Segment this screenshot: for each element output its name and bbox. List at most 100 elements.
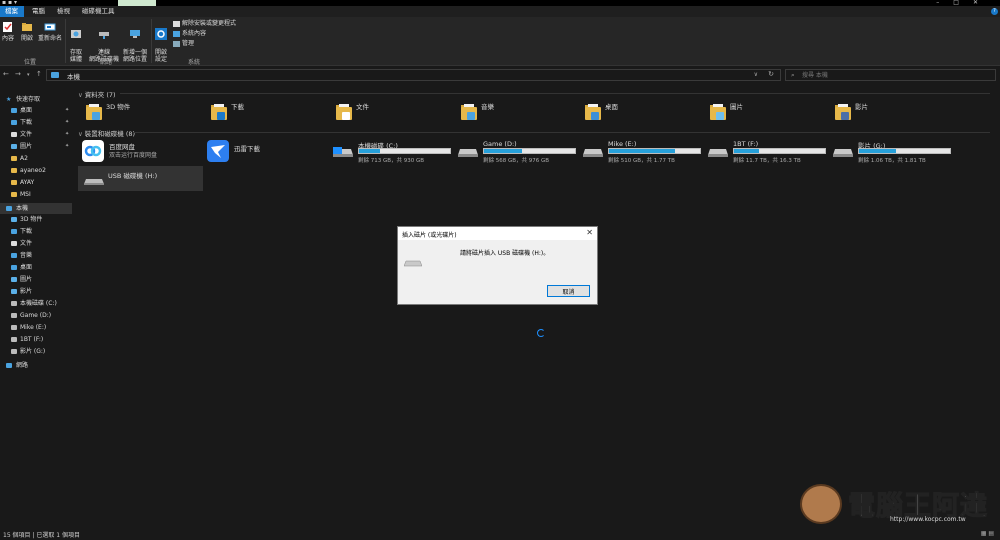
folder-icon — [11, 229, 17, 234]
sidebar-item-quick-5[interactable]: ayaneo2 — [0, 165, 72, 176]
xunlei-item[interactable]: 迅雷下載 — [207, 140, 332, 166]
watermark: 電腦王阿達 http://www.kocpc.com.tw — [800, 480, 1000, 528]
forward-button[interactable]: → — [15, 70, 21, 78]
drive-item-0[interactable]: 本機磁碟 (C:) 剩餘 713 GB，共 930 GB — [333, 140, 455, 164]
tab-file[interactable]: 檔案 — [0, 6, 24, 17]
rename-button[interactable]: 重新命名 — [38, 21, 62, 42]
sidebar-item-pc-3[interactable]: 音樂 — [0, 250, 72, 261]
sidebar-item-quick-7[interactable]: MSI — [0, 189, 72, 200]
sidebar-item-quick-0[interactable]: 桌面 ✦ — [0, 105, 72, 116]
system-properties-button[interactable]: 系統內容 — [173, 30, 206, 38]
pictures-icon — [710, 103, 726, 123]
ribbon-separator — [151, 19, 152, 63]
sidebar-this-pc[interactable]: 本機 — [0, 203, 72, 214]
sidebar-quick-access[interactable]: ★ 快速存取 — [0, 94, 72, 105]
help-icon[interactable]: ? — [991, 8, 998, 15]
sidebar-item-pc-8[interactable]: Game (D:) — [0, 310, 72, 321]
xunlei-bird-icon — [207, 140, 229, 162]
open-button[interactable]: 開啟 — [20, 21, 34, 42]
hard-drive-icon — [708, 149, 728, 157]
tab-computer[interactable]: 電腦 — [27, 6, 50, 17]
sidebar-item-pc-5[interactable]: 圖片 — [0, 274, 72, 285]
up-button[interactable]: ↑ — [36, 70, 42, 78]
sidebar-item-label: 音樂 — [20, 252, 33, 259]
usb-drive-item[interactable]: USB 磁碟機 (H:) — [78, 166, 203, 191]
folder-item-4[interactable]: 桌面 — [585, 101, 705, 127]
folder-item-1[interactable]: 下載 — [211, 101, 331, 127]
manage-button[interactable]: 管理 — [173, 40, 194, 48]
sidebar-item-pc-6[interactable]: 影片 — [0, 286, 72, 297]
sidebar-item-pc-7[interactable]: 本機磁碟 (C:) — [0, 298, 72, 309]
drive-item-3[interactable]: 1BT (F:) 剩餘 11.7 TB，共 16.3 TB — [708, 140, 830, 164]
folders-section-header[interactable]: ∨ 資料夾 (7) — [78, 89, 116, 99]
add-network-location-button[interactable]: 新增一個 網路位置 — [120, 21, 150, 63]
search-input[interactable] — [802, 71, 982, 80]
drive-item-1[interactable]: Game (D:) 剩餘 568 GB，共 976 GB — [458, 140, 580, 164]
pin-icon[interactable]: ✦ — [65, 141, 69, 152]
sidebar-item-pc-4[interactable]: 桌面 — [0, 262, 72, 273]
folder-item-5[interactable]: 圖片 — [710, 101, 830, 127]
recent-locations-button[interactable]: ▾ — [27, 72, 30, 78]
baidu-netdisk-item[interactable]: 百度网盘 双击运行百度网盘 — [82, 140, 207, 166]
view-toggle-icons[interactable]: ▦ ▤ — [981, 530, 994, 537]
sidebar-item-quick-1[interactable]: 下載 ✦ — [0, 117, 72, 128]
pin-icon[interactable]: ✦ — [65, 105, 69, 116]
refresh-icon[interactable]: ↻ — [768, 70, 774, 78]
drive-usage-bar — [858, 148, 951, 154]
open-settings-label: 開啟 設定 — [154, 49, 167, 63]
sidebar-item-pc-0[interactable]: 3D 物件 — [0, 214, 72, 225]
navigation-pane: ★ 快速存取 本機 網路 桌面 ✦ 下載 ✦ 文件 ✦ 圖片 ✦ A2 ayaneo2 AYAY MS… — [0, 88, 72, 528]
drive-icon — [11, 301, 17, 306]
sidebar-item-quick-3[interactable]: 圖片 ✦ — [0, 141, 72, 152]
properties-button[interactable]: 內容 — [2, 21, 14, 42]
close-icon[interactable]: ✕ — [586, 228, 593, 237]
usb-drive-icon — [84, 179, 104, 185]
sidebar-network[interactable]: 網路 — [0, 360, 72, 371]
address-dropdown-icon[interactable]: ∨ — [754, 71, 758, 78]
ribbon: 內容 開啟 重新命名 位置 存取 媒體 連線 網路磁碟機 新增一個 網路位置 網… — [0, 17, 1000, 66]
sidebar-item-quick-6[interactable]: AYAY — [0, 177, 72, 188]
open-settings-button[interactable]: 開啟 設定 — [153, 21, 169, 63]
drive-item-4[interactable]: 影片 (G:) 剩餘 1.06 TB，共 1.81 TB — [833, 140, 955, 164]
tab-view[interactable]: 檢視 — [52, 6, 75, 17]
sidebar-item-pc-11[interactable]: 影片 (G:) — [0, 346, 72, 357]
desktop-icon — [585, 103, 601, 123]
pin-icon[interactable]: ✦ — [65, 117, 69, 128]
devices-section-header[interactable]: ∨ 裝置和磁碟機 (8) — [78, 128, 135, 138]
ribbon-tabs: 檔案 電腦 檢視 磁碟機工具 ? — [0, 6, 1000, 17]
manage-icon — [173, 40, 180, 47]
sidebar-item-label: 下載 — [20, 119, 33, 126]
sidebar-item-pc-2[interactable]: 文件 — [0, 238, 72, 249]
sidebar-item-pc-1[interactable]: 下載 — [0, 226, 72, 237]
dialog-message: 請將磁片插入 USB 磁碟機 (H:)。 — [460, 250, 550, 257]
section-divider — [120, 93, 990, 94]
tab-drive-tools[interactable]: 磁碟機工具 — [77, 6, 120, 17]
sidebar-item-quick-2[interactable]: 文件 ✦ — [0, 129, 72, 140]
folder-item-3[interactable]: 音樂 — [461, 101, 581, 127]
address-bar[interactable]: 本機 ∨ ↻ — [46, 69, 781, 81]
pin-icon[interactable]: ✦ — [65, 129, 69, 140]
section-divider — [133, 132, 990, 133]
sidebar-item-label: 影片 (G:) — [20, 348, 46, 355]
access-media-button[interactable]: 存取 媒體 — [66, 21, 86, 63]
sidebar-item-label: Game (D:) — [20, 312, 52, 319]
folder-label: 影片 — [855, 103, 868, 111]
folder-icon — [11, 289, 17, 294]
cancel-button[interactable]: 取消 — [547, 285, 590, 297]
sidebar-item-quick-4[interactable]: A2 — [0, 153, 72, 164]
sidebar-item-label: MSI — [20, 191, 31, 198]
sidebar-item-pc-10[interactable]: 1BT (F:) — [0, 334, 72, 345]
properties-icon — [3, 22, 12, 32]
back-button[interactable]: ← — [3, 70, 9, 78]
sidebar-item-label: 下載 — [20, 228, 33, 235]
sidebar-item-pc-9[interactable]: Mike (E:) — [0, 322, 72, 333]
folder-item-0[interactable]: 3D 物件 — [86, 101, 206, 127]
drive-usage-bar — [608, 148, 701, 154]
folder-item-2[interactable]: 文件 — [336, 101, 456, 127]
drive-item-2[interactable]: Mike (E:) 剩餘 510 GB，共 1.77 TB — [583, 140, 705, 164]
search-box[interactable]: ⌕ — [785, 69, 996, 81]
folder-item-6[interactable]: 影片 — [835, 101, 955, 127]
folders-section-title: 資料夾 (7) — [84, 91, 116, 99]
manage-label: 管理 — [182, 40, 195, 47]
uninstall-program-button[interactable]: 解除安裝或變更程式 — [173, 20, 236, 28]
